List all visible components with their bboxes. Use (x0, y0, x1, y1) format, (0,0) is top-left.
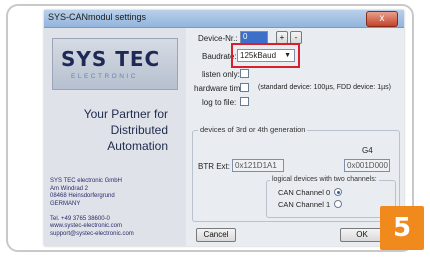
logo-subtext: ELECTRONIC (71, 73, 138, 80)
settings-dialog: SYS-CANmodul settings x SYS TEC ELECTRON… (44, 10, 404, 246)
log-to-file-checkbox[interactable] (240, 97, 249, 106)
device-nr-label: Device-Nr.: (198, 34, 238, 43)
g4-column-header: G4 (362, 146, 373, 155)
btr-left-field[interactable]: 0x121D1A1 (232, 159, 284, 172)
channel1-radio[interactable] (334, 200, 342, 208)
close-icon: x (379, 13, 385, 24)
tagline: Your Partner for Distributed Automation (83, 107, 168, 153)
step-number-badge: 5 (380, 206, 424, 250)
ok-button[interactable]: OK (340, 228, 384, 242)
baudrate-highlight (231, 43, 300, 68)
log-to-file-label: log to file: (202, 98, 237, 107)
logo: SYS TEC ELECTRONIC (52, 38, 178, 90)
channel1-label: CAN Channel 1 (278, 200, 331, 209)
listen-only-label: listen only: (202, 70, 240, 79)
btr-label: BTR Ext: (198, 162, 231, 171)
hw-timer-note: (standard device: 100µs, FDD device: 1µs… (258, 84, 391, 91)
title-bar: SYS-CANmodul settings x (44, 10, 404, 28)
hw-timer-checkbox[interactable] (240, 83, 249, 92)
close-button[interactable]: x (366, 11, 398, 27)
company-address: SYS TEC electronic GmbH Am Windrad 2 084… (50, 178, 134, 237)
listen-only-checkbox[interactable] (240, 69, 249, 78)
branding-panel: SYS TEC ELECTRONIC Your Partner for Dist… (44, 28, 186, 246)
generation-group-title: devices of 3rd or 4th generation (198, 125, 308, 134)
btr-right-field[interactable]: 0x001D000 (344, 159, 390, 172)
channel0-label: CAN Channel 0 (278, 188, 331, 197)
window-title: SYS-CANmodul settings (48, 12, 147, 22)
logical-devices-title: logical devices with two channels: (270, 176, 379, 183)
logo-text: SYS TEC (61, 47, 161, 71)
channel0-radio[interactable] (334, 188, 342, 196)
cancel-button[interactable]: Cancel (196, 228, 236, 242)
logical-devices-group (266, 180, 396, 218)
screenshot-frame: SYS-CANmodul settings x SYS TEC ELECTRON… (6, 4, 414, 252)
